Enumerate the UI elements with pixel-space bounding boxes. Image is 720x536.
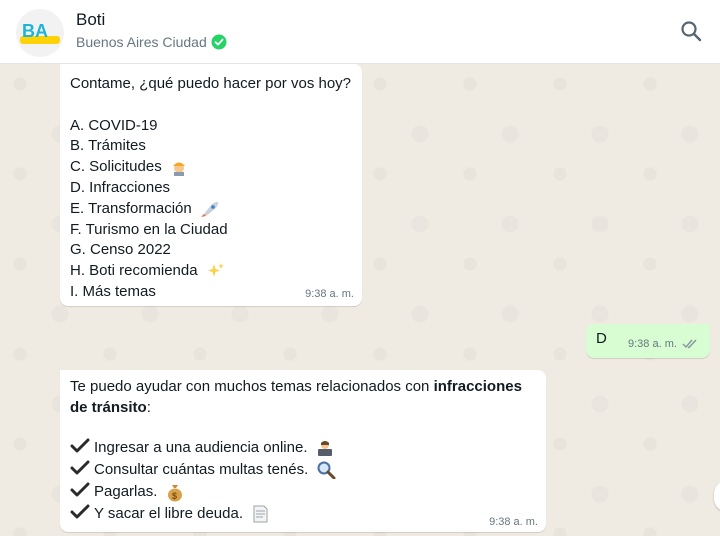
verified-badge-icon [211, 34, 227, 50]
money-bag-icon: $ [167, 484, 182, 502]
check-mark-icon [70, 482, 90, 497]
list-item: Y sacar el libre deuda. [70, 503, 536, 525]
message-intro-cont: de tránsito: [70, 398, 151, 416]
message-time: 9:38 a. m. [305, 288, 354, 300]
incoming-message-infracciones[interactable]: Te puedo ayudar con muchos temas relacio… [60, 370, 546, 532]
message-time: 9:38 a. m. [628, 338, 677, 350]
check-mark-icon [70, 438, 90, 453]
option-h: H. Boti recomienda [70, 261, 352, 282]
message-intro: Te puedo ayudar con muchos temas relacio… [70, 378, 522, 395]
document-icon [253, 505, 268, 523]
chat-header: BA Boti Buenos Aires Ciudad [0, 0, 720, 64]
svg-text:$: $ [172, 491, 177, 501]
message-time: 9:38 a. m. [489, 516, 538, 528]
option-b: B. Trámites [70, 137, 146, 155]
construction-worker-icon [172, 162, 185, 177]
check-mark-icon [70, 504, 90, 519]
magnifying-glass-icon [317, 461, 336, 479]
svg-text:BA: BA [22, 21, 48, 41]
ba-logo-icon: BA [20, 21, 60, 44]
check-mark-icon [70, 460, 90, 475]
message-intro: Contame, ¿qué puedo hacer por vos hoy? [70, 75, 352, 92]
list-item: Ingresar a una audiencia online. [70, 437, 536, 459]
option-e: E. Transformación [70, 199, 352, 220]
search-icon[interactable] [679, 19, 703, 43]
outgoing-message[interactable]: D 9:38 a. m. [586, 324, 710, 358]
incoming-message-menu[interactable]: Contame, ¿qué puedo hacer por vos hoy? A… [60, 64, 362, 306]
option-a: A. COVID-19 [70, 116, 158, 134]
option-d: D. Infracciones [70, 178, 171, 196]
person-at-computer-icon [317, 440, 332, 456]
business-name: Buenos Aires Ciudad [76, 34, 207, 50]
chat-subtitle: Buenos Aires Ciudad [76, 34, 227, 50]
option-c: C. Solicitudes [70, 157, 352, 178]
option-f: F. Turismo en la Ciudad [70, 220, 228, 238]
sparkles-icon [207, 263, 224, 278]
double-check-icon [682, 339, 697, 349]
option-g: G. Censo 2022 [70, 241, 171, 259]
avatar[interactable]: BA [16, 9, 64, 57]
rocket-icon [200, 201, 219, 217]
message-text: D [596, 330, 607, 347]
list-item: Consultar cuántas multas tenés. [70, 459, 536, 481]
list-item: Pagarlas. $ [70, 481, 536, 503]
chat-title[interactable]: Boti [76, 10, 105, 30]
